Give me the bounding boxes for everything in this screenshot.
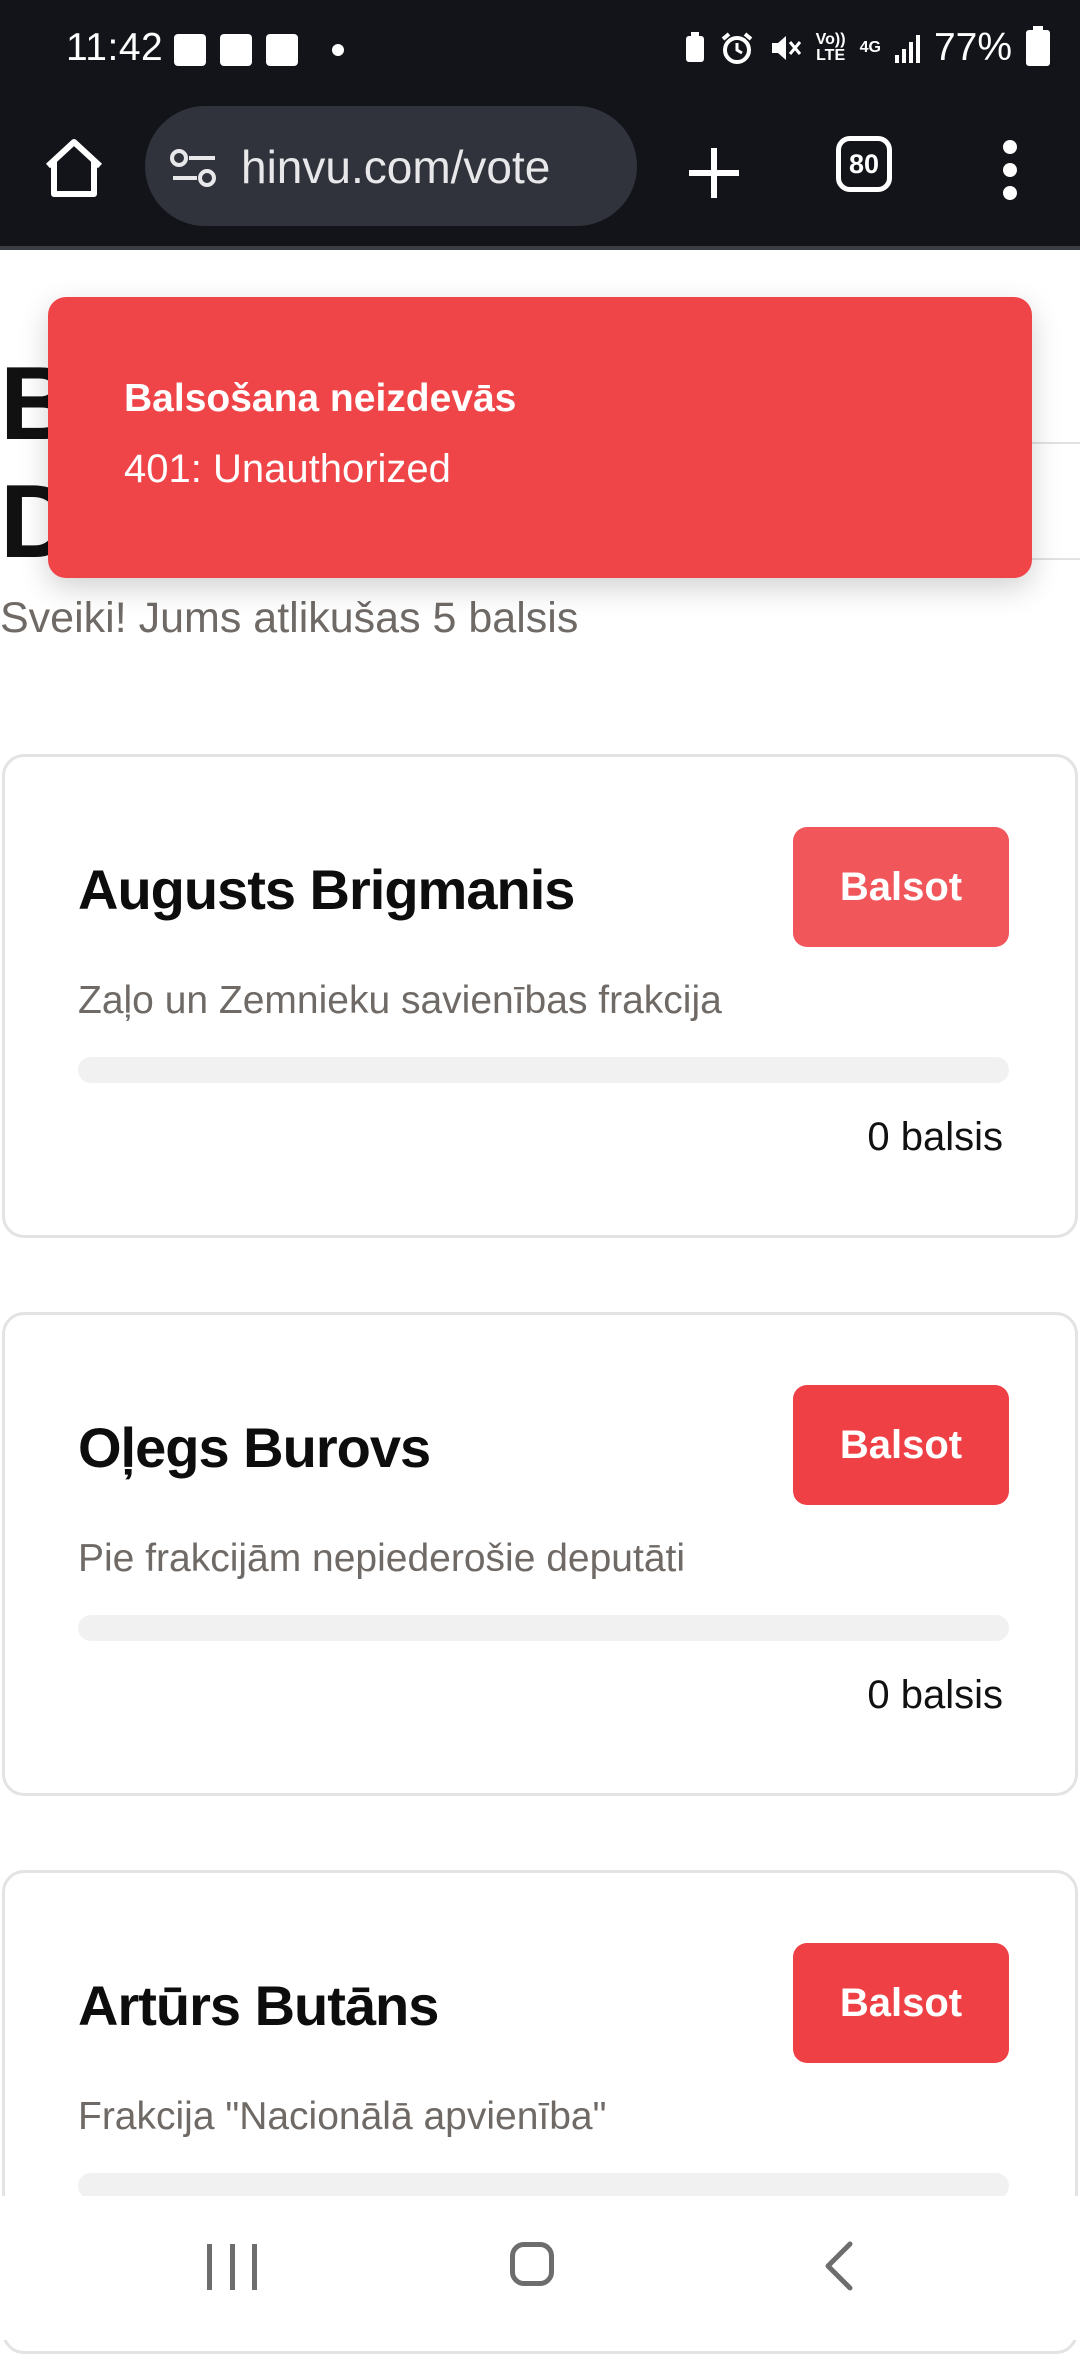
gallery-icon bbox=[174, 34, 206, 66]
vote-button[interactable]: Balsot bbox=[793, 827, 1009, 947]
address-bar[interactable]: hinvu.com/vote bbox=[145, 106, 637, 226]
battery-saver-icon bbox=[685, 32, 704, 62]
site-settings-icon[interactable] bbox=[169, 148, 219, 188]
home-button[interactable] bbox=[510, 2242, 554, 2286]
browser-toolbar: hinvu.com/vote 80 bbox=[0, 104, 1080, 250]
vote-progress-bar bbox=[78, 1615, 1009, 1641]
candidate-name: Augusts Brigmanis bbox=[78, 858, 575, 921]
vote-progress-bar bbox=[78, 1057, 1009, 1083]
candidate-party: Pie frakcijām nepiederošie deputāti bbox=[78, 1537, 686, 1580]
toast-title: Balsošana neizdevās bbox=[124, 377, 517, 420]
candidate-party: Frakcija "Nacionālā apvienība" bbox=[78, 2095, 607, 2138]
candidate-party: Zaļo un Zemnieku savienības frakcija bbox=[78, 979, 722, 1022]
system-navigation-bar bbox=[0, 2196, 1080, 2340]
recents-button[interactable] bbox=[207, 2244, 257, 2290]
vote-button[interactable]: Balsot bbox=[793, 1385, 1009, 1505]
network-indicator: 4G bbox=[859, 39, 881, 56]
error-toast[interactable]: Balsošana neizdevās 401: Unauthorized bbox=[48, 297, 1032, 578]
toast-message: 401: Unauthorized bbox=[124, 447, 451, 491]
vote-count: 0 balsis bbox=[867, 1115, 1003, 1159]
status-time: 11:42 bbox=[66, 26, 164, 69]
volte-indicator: Vo)) LTE bbox=[815, 31, 846, 64]
checkbox-icon bbox=[266, 34, 298, 66]
candidate-card: Oļegs Burovs Balsot Pie frakcijām nepied… bbox=[2, 1312, 1078, 1796]
candidate-name: Artūrs Butāns bbox=[78, 1974, 439, 2037]
system-status: Vo)) LTE 4G 77% bbox=[684, 26, 1050, 70]
back-icon[interactable] bbox=[820, 2240, 860, 2292]
battery-icon bbox=[1026, 26, 1050, 66]
greeting-text: Sveiki! Jums atlikušas 5 balsis bbox=[0, 594, 579, 642]
signal-icon bbox=[894, 33, 920, 63]
home-icon[interactable] bbox=[40, 134, 108, 202]
status-bar: 11:42 Vo)) LTE 4G 77% bbox=[0, 0, 1080, 104]
candidate-card: Augusts Brigmanis Balsot Zaļo un Zemniek… bbox=[2, 754, 1078, 1238]
more-notifications-icon bbox=[332, 44, 344, 56]
more-options-icon[interactable] bbox=[998, 140, 1022, 200]
candidate-name: Oļegs Burovs bbox=[78, 1416, 431, 1479]
vote-button[interactable]: Balsot bbox=[793, 1943, 1009, 2063]
new-tab-icon[interactable] bbox=[683, 142, 745, 204]
mute-icon bbox=[771, 36, 801, 60]
url-text[interactable]: hinvu.com/vote bbox=[241, 140, 550, 194]
tab-switcher-button[interactable]: 80 bbox=[836, 136, 892, 192]
battery-percent: 77% bbox=[933, 26, 1012, 69]
app-notification-icon bbox=[220, 34, 252, 66]
notification-icons bbox=[174, 34, 344, 66]
alarm-icon bbox=[721, 32, 752, 64]
vote-count: 0 balsis bbox=[867, 1673, 1003, 1717]
